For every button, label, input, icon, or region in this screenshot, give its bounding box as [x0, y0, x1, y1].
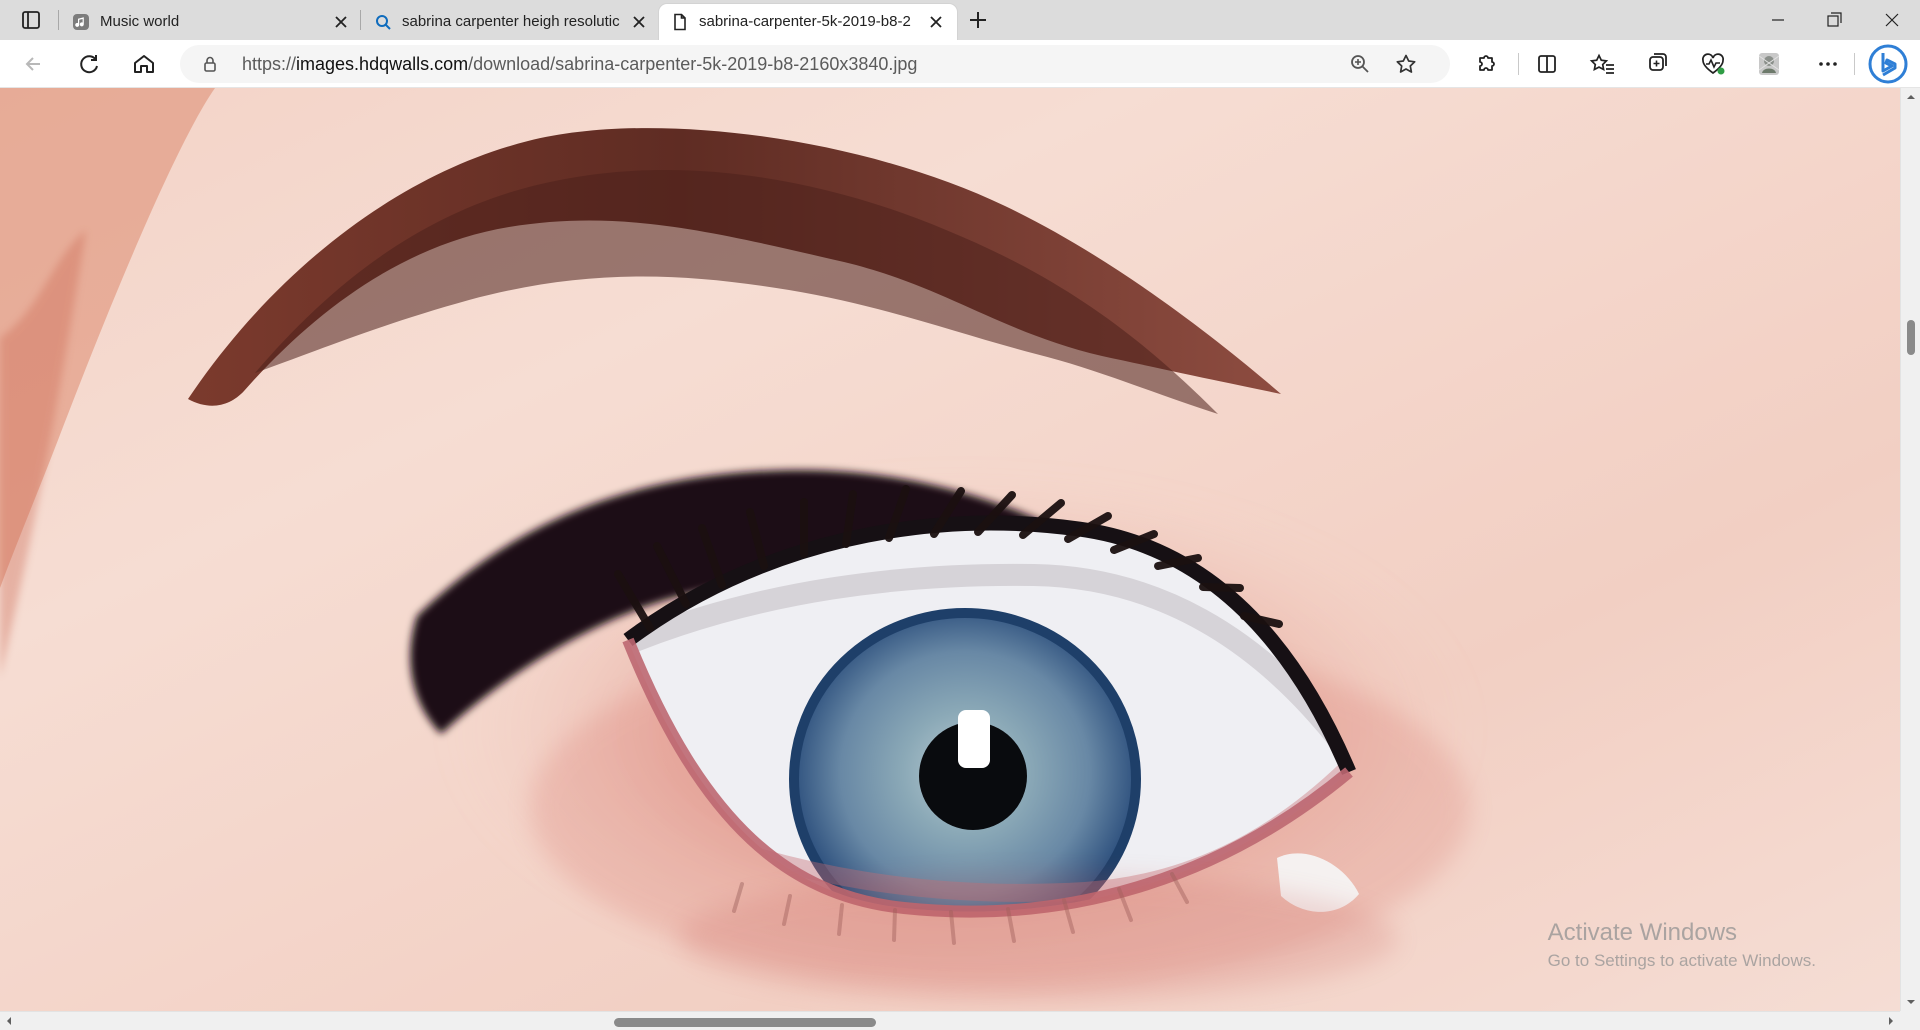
close-window-button[interactable] — [1864, 0, 1920, 40]
zoom-button[interactable] — [1348, 52, 1372, 76]
new-tab-button[interactable] — [962, 7, 994, 33]
bing-button[interactable] — [1866, 42, 1910, 86]
scroll-down-arrow-icon[interactable] — [1905, 996, 1917, 1008]
collections-icon — [1649, 53, 1667, 71]
close-tab-icon[interactable] — [332, 13, 350, 31]
toolbar-divider — [1518, 53, 1519, 75]
scroll-left-arrow-icon[interactable] — [3, 1015, 15, 1027]
tab-separator — [360, 10, 361, 30]
browser-window: Music world sabrina carpenter heigh reso… — [0, 0, 1920, 1030]
collections-button[interactable] — [1642, 48, 1674, 80]
vertical-scrollbar[interactable] — [1900, 88, 1920, 1011]
horizontal-scroll-thumb[interactable] — [614, 1018, 876, 1027]
back-arrow-icon — [25, 57, 40, 71]
scrollbar-corner — [1900, 1011, 1920, 1030]
tab-actions-button[interactable] — [14, 7, 48, 33]
restore-button[interactable] — [1806, 0, 1862, 40]
refresh-icon — [80, 55, 98, 74]
image-viewport: Activate Windows Go to Settings to activ… — [0, 88, 1900, 1011]
tab-sabrina-search[interactable]: sabrina carpenter heigh resolutic — [362, 4, 658, 40]
restore-icon — [1827, 12, 1842, 27]
favorites-button[interactable] — [1587, 48, 1619, 80]
profile-button[interactable] — [1753, 48, 1785, 80]
url-prefix: https:// — [242, 54, 297, 74]
toolbar-divider — [1854, 53, 1855, 75]
home-button[interactable] — [128, 48, 160, 80]
close-tab-icon[interactable] — [927, 13, 945, 31]
back-button[interactable] — [18, 48, 50, 80]
navigation-toolbar: https://images.hdqwalls.com/download/sab… — [0, 40, 1920, 88]
url-host: images.hdqwalls.com — [296, 54, 469, 74]
horizontal-scrollbar[interactable] — [0, 1011, 1900, 1030]
tab-separator — [58, 10, 59, 30]
address-bar[interactable]: https://images.hdqwalls.com/download/sab… — [180, 45, 1450, 83]
vertical-scroll-thumb[interactable] — [1907, 320, 1915, 355]
split-screen-button[interactable] — [1531, 48, 1563, 80]
music-note-icon — [72, 13, 90, 31]
tab-title-sabrina-search: sabrina carpenter heigh resolutic — [402, 13, 620, 30]
tab-actions-icon — [22, 11, 40, 29]
heart-pulse-icon — [1702, 53, 1725, 75]
puzzle-icon — [1479, 55, 1495, 71]
tab-title-current-image: sabrina-carpenter-5k-2019-b8-2 — [699, 13, 911, 30]
search-icon — [374, 13, 392, 31]
lock-icon[interactable] — [200, 54, 220, 74]
tab-music-world[interactable]: Music world — [60, 4, 358, 40]
url-text[interactable]: https://images.hdqwalls.com/download/sab… — [242, 54, 917, 75]
star-icon — [1396, 54, 1416, 73]
tab-strip: Music world sabrina carpenter heigh reso… — [0, 0, 1920, 40]
document-icon — [671, 13, 689, 31]
refresh-button[interactable] — [73, 48, 105, 80]
more-button[interactable] — [1812, 48, 1844, 80]
tab-title-music-world: Music world — [100, 13, 180, 30]
performance-button[interactable] — [1697, 48, 1729, 80]
minimize-button[interactable] — [1750, 0, 1806, 40]
split-screen-icon — [1538, 55, 1556, 73]
minimize-icon — [1772, 19, 1784, 21]
bing-icon — [1868, 44, 1908, 84]
close-tab-icon[interactable] — [630, 13, 648, 31]
photo-eye-closeup — [0, 88, 1900, 1011]
favorite-button[interactable] — [1394, 52, 1418, 76]
extensions-button[interactable] — [1470, 48, 1502, 80]
scroll-right-arrow-icon[interactable] — [1885, 1015, 1897, 1027]
plus-icon — [970, 12, 986, 28]
more-icon — [1819, 62, 1837, 66]
scroll-up-arrow-icon[interactable] — [1905, 91, 1917, 103]
zoom-icon — [1351, 55, 1369, 73]
close-window-icon — [1885, 13, 1899, 27]
favorites-icon — [1589, 53, 1614, 74]
home-icon — [134, 55, 154, 73]
url-path: /download/sabrina-carpenter-5k-2019-b8-2… — [468, 54, 918, 74]
tab-current-image[interactable]: sabrina-carpenter-5k-2019-b8-2 — [659, 4, 957, 40]
profile-avatar-icon — [1758, 53, 1780, 75]
